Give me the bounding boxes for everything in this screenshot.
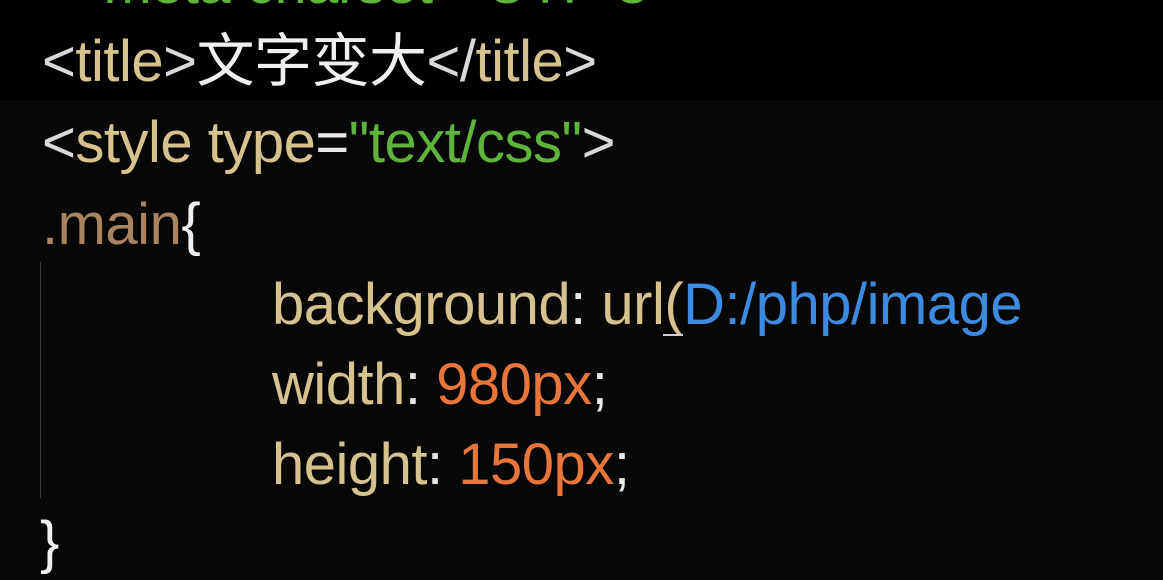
title-close-gt: > xyxy=(563,29,597,94)
url-function: url( xyxy=(601,272,684,337)
code-line-width: width: 980px; xyxy=(272,356,608,426)
title-close-lt: </ xyxy=(426,29,477,94)
width-colon: : xyxy=(404,352,421,417)
height-value: 150px xyxy=(458,432,614,497)
background-property: background xyxy=(272,272,571,337)
title-open-lt: < xyxy=(42,29,76,94)
open-brace: { xyxy=(181,192,201,257)
title-open-name: title xyxy=(75,29,164,94)
title-open-gt: > xyxy=(163,29,197,94)
background-path: D:/php/image xyxy=(683,272,1023,337)
style-attr-eq: = xyxy=(315,110,349,175)
background-colon: : xyxy=(570,272,586,337)
indent-guide xyxy=(40,262,41,498)
code-line-meta-partial: <meta charset="UTF-8"> xyxy=(70,0,702,25)
height-semicolon: ; xyxy=(613,432,630,497)
title-text: 文字变大 xyxy=(196,27,428,95)
height-property: height xyxy=(272,432,428,497)
code-line-close-brace: } xyxy=(40,514,59,580)
style-attr-value: "text/css" xyxy=(348,110,582,175)
style-gt: > xyxy=(581,110,616,175)
width-property: width xyxy=(272,352,405,417)
code-line-height: height: 150px; xyxy=(272,436,630,506)
width-semicolon: ; xyxy=(591,352,608,417)
text-cursor xyxy=(663,334,684,336)
title-close-name: title xyxy=(475,29,564,94)
style-tag-name: style xyxy=(75,110,193,175)
code-line-title: <title>文字变大</title> xyxy=(42,32,597,102)
code-line-background: background: url(D:/php/image xyxy=(272,276,1023,346)
code-editor[interactable]: <meta charset="UTF-8"> <title>文字变大</titl… xyxy=(0,0,1163,580)
width-value: 980px xyxy=(436,352,592,417)
code-line-selector: .main{ xyxy=(42,196,201,266)
style-attr-name: type xyxy=(207,110,316,175)
code-line-style-tag: <style type="text/css"> xyxy=(42,114,615,184)
css-selector: .main xyxy=(42,192,182,257)
close-brace: } xyxy=(40,510,59,575)
style-lt: < xyxy=(42,110,76,175)
meta-partial-text: <meta charset="UTF-8"> xyxy=(70,0,702,16)
height-colon: : xyxy=(427,432,443,497)
